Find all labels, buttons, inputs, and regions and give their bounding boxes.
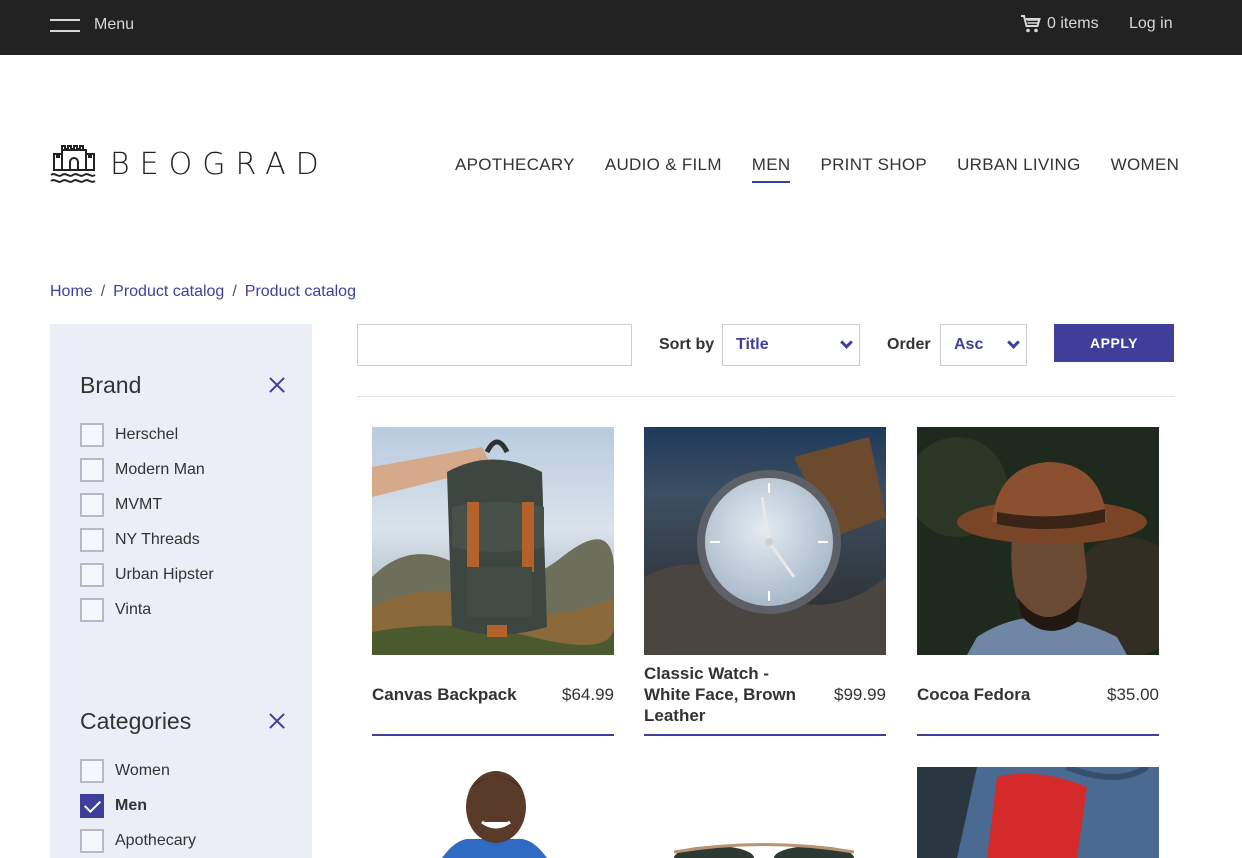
brand-facet-header: Brand	[80, 371, 285, 399]
category-option-apothecary[interactable]: Apothecary	[80, 823, 285, 858]
top-bar: Menu 0 items Log in	[0, 0, 1242, 55]
brand-option-herschel[interactable]: Herschel	[80, 417, 285, 452]
menu-label: Menu	[94, 16, 135, 33]
checkbox-checked[interactable]	[80, 793, 104, 818]
option-label: Men	[115, 796, 147, 814]
product-card-classic-watch[interactable]: Classic Watch - White Face, Brown Leathe…	[644, 427, 886, 736]
product-info: Cocoa Fedora $35.00	[917, 655, 1159, 736]
sunglasses-product-image[interactable]	[644, 767, 886, 858]
cart-count: 0 items	[1047, 15, 1099, 32]
nav-item-audio-film[interactable]: AUDIO & FILM	[605, 155, 722, 183]
breadcrumb-product-catalog[interactable]: Product catalog	[113, 283, 224, 301]
main-nav: APOTHECARY AUDIO & FILM MEN PRINT SHOP U…	[455, 155, 1179, 183]
castle-logo-icon	[50, 145, 96, 183]
chevron-down-icon	[840, 336, 853, 349]
order-select[interactable]: Asc	[940, 324, 1027, 366]
checkbox[interactable]	[80, 527, 104, 552]
checkbox[interactable]	[80, 828, 104, 853]
product-card-canvas-backpack[interactable]: Canvas Backpack $64.99	[372, 427, 614, 736]
logo-text: BEOGRAD	[110, 146, 329, 182]
search-input[interactable]	[357, 324, 632, 366]
fedora-product-image[interactable]	[917, 427, 1159, 655]
sort-select-value: Title	[736, 336, 769, 353]
sort-by-label: Sort by	[659, 336, 715, 353]
watch-product-image[interactable]	[644, 427, 886, 655]
brand-option-ny-threads[interactable]: NY Threads	[80, 522, 285, 557]
apply-button[interactable]: APPLY	[1054, 324, 1174, 362]
checkbox[interactable]	[80, 758, 104, 783]
brand-option-vinta[interactable]: Vinta	[80, 592, 285, 627]
categories-facet-header: Categories	[80, 707, 285, 735]
category-option-women[interactable]: Women	[80, 753, 285, 788]
product-card-cocoa-fedora[interactable]: Cocoa Fedora $35.00	[917, 427, 1159, 736]
option-label: Women	[115, 761, 170, 779]
login-link[interactable]: Log in	[1129, 15, 1173, 33]
category-option-men[interactable]: Men	[80, 788, 285, 823]
nav-item-print-shop[interactable]: PRINT SHOP	[820, 155, 927, 183]
breadcrumb-product-catalog-current[interactable]: Product catalog	[245, 283, 356, 301]
order-select-value: Asc	[954, 336, 984, 353]
checkbox[interactable]	[80, 457, 104, 482]
categories-facet-title: Categories	[80, 707, 192, 734]
checkbox[interactable]	[80, 597, 104, 622]
option-label: Vinta	[115, 600, 152, 618]
option-label: Urban Hipster	[115, 565, 214, 583]
categories-facet: Categories Women Men Apothecary	[80, 707, 285, 858]
brand-option-modern-man[interactable]: Modern Man	[80, 452, 285, 487]
nav-item-apothecary[interactable]: APOTHECARY	[455, 155, 575, 183]
option-label: MVMT	[115, 495, 163, 513]
cart-icon	[1021, 15, 1041, 33]
product-name[interactable]: Cocoa Fedora	[917, 684, 1030, 705]
breadcrumb-home[interactable]: Home	[50, 283, 93, 301]
product-price: $99.99	[834, 684, 886, 704]
chevron-down-icon	[1007, 336, 1020, 349]
option-label: NY Threads	[115, 530, 200, 548]
product-name[interactable]: Canvas Backpack	[372, 684, 517, 705]
product-info: Canvas Backpack $64.99	[372, 655, 614, 736]
nav-item-men[interactable]: MEN	[751, 155, 791, 183]
option-label: Herschel	[115, 425, 179, 443]
breadcrumb: Home / Product catalog / Product catalog	[50, 283, 356, 301]
toolbar-divider	[357, 396, 1175, 397]
filter-sidebar: Brand Herschel Modern Man MVMT NY Thread…	[50, 324, 312, 858]
product-card-partial[interactable]	[372, 767, 614, 858]
clear-brand-close-icon[interactable]	[269, 377, 285, 393]
option-label: Modern Man	[115, 460, 205, 478]
nav-item-women[interactable]: WOMEN	[1111, 155, 1180, 183]
product-price: $35.00	[1107, 684, 1159, 704]
checkbox[interactable]	[80, 562, 104, 587]
hamburger-icon	[50, 18, 80, 32]
breadcrumb-separator: /	[232, 283, 237, 300]
clear-categories-close-icon[interactable]	[269, 713, 285, 729]
menu-button[interactable]: Menu	[50, 13, 134, 37]
cart-link[interactable]: 0 items	[1020, 14, 1099, 34]
sort-select[interactable]: Title	[722, 324, 860, 366]
product-info: Classic Watch - White Face, Brown Leathe…	[644, 655, 886, 736]
product-card-partial[interactable]	[917, 767, 1159, 858]
nav-item-urban-living[interactable]: URBAN LIVING	[957, 155, 1081, 183]
product-card-partial[interactable]	[644, 767, 886, 858]
bag-product-image[interactable]	[917, 767, 1159, 858]
brand-option-urban-hipster[interactable]: Urban Hipster	[80, 557, 285, 592]
checkbox[interactable]	[80, 492, 104, 517]
breadcrumb-separator: /	[100, 283, 106, 300]
brand-facet: Brand Herschel Modern Man MVMT NY Thread…	[80, 371, 285, 627]
tshirt-product-image[interactable]	[372, 767, 614, 858]
brand-option-mvmt[interactable]: MVMT	[80, 487, 285, 522]
option-label: Apothecary	[115, 831, 196, 849]
backpack-product-image[interactable]	[372, 427, 614, 655]
brand-facet-title: Brand	[80, 371, 142, 398]
order-label: Order	[887, 336, 931, 353]
checkbox[interactable]	[80, 422, 104, 447]
product-price: $64.99	[562, 684, 614, 704]
product-name[interactable]: Classic Watch - White Face, Brown Leathe…	[644, 663, 804, 726]
logo[interactable]: BEOGRAD	[50, 144, 329, 184]
